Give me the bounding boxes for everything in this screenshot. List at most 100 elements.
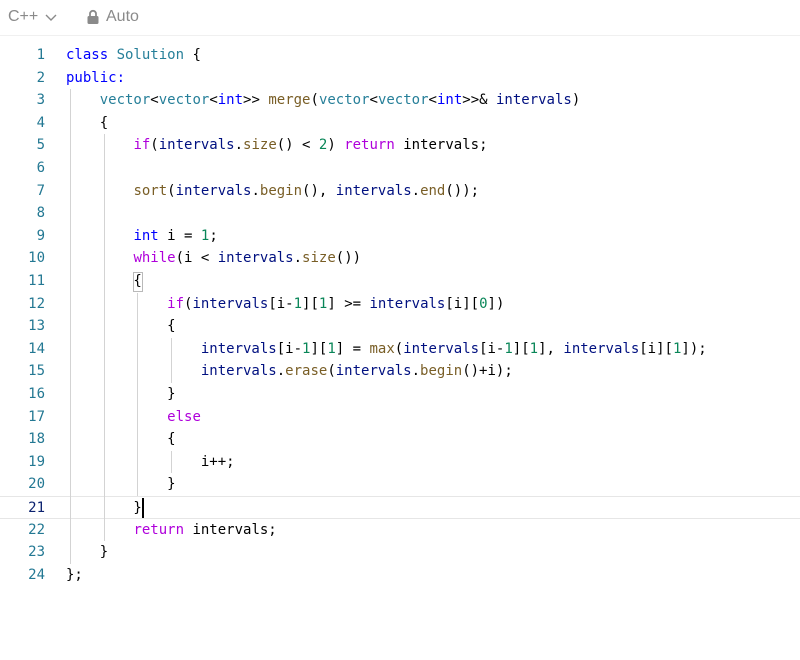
- code-line[interactable]: 13 {: [0, 315, 800, 338]
- code-line[interactable]: 11 {: [0, 270, 800, 293]
- code-token: vector: [158, 92, 210, 109]
- code-token: else: [167, 408, 201, 425]
- code-token: [i][: [639, 340, 673, 357]
- code-token: intervals: [495, 92, 572, 109]
- code-token: vector: [318, 92, 370, 109]
- code-text: {: [66, 112, 108, 135]
- line-number: 21: [28, 500, 45, 516]
- line-number: 17: [28, 408, 45, 425]
- auto-mode-indicator[interactable]: Auto: [86, 6, 139, 28]
- line-number: 2: [36, 69, 45, 86]
- line-number: 18: [28, 431, 45, 448]
- code-token: (: [310, 92, 319, 109]
- line-number: 5: [36, 137, 45, 154]
- code-token: ;: [209, 227, 218, 244]
- code-text: intervals[i-1][1] = max(intervals[i-1][1…: [66, 338, 707, 361]
- code-line[interactable]: 9 int i = 1;: [0, 225, 800, 248]
- code-token: ): [571, 92, 581, 109]
- line-number: 12: [28, 295, 45, 312]
- code-token: 1: [293, 295, 303, 312]
- code-token: size: [302, 250, 336, 267]
- code-line[interactable]: 14 intervals[i-1][1] = max(intervals[i-1…: [0, 338, 800, 361]
- code-line[interactable]: 12 if(intervals[i-1][1] >= intervals[i][…: [0, 293, 800, 316]
- line-number: 20: [28, 476, 45, 493]
- code-token: {: [66, 318, 176, 335]
- line-number: 6: [36, 160, 45, 176]
- indent-guide: [103, 134, 105, 542]
- code-line[interactable]: 17 else: [0, 406, 800, 429]
- code-token: ][: [302, 295, 319, 312]
- code-token: >>: [243, 92, 269, 109]
- line-number: 10: [28, 250, 45, 267]
- code-line[interactable]: 22 return intervals;: [0, 519, 800, 542]
- code-token: size: [243, 137, 277, 154]
- code-text: {: [66, 428, 175, 451]
- line-number: 11: [28, 273, 45, 289]
- language-label: C++: [8, 8, 39, 25]
- code-text: vector<vector<int>> merge(vector<vector<…: [66, 89, 581, 112]
- lock-icon: [86, 9, 100, 25]
- code-line[interactable]: 23 }: [0, 541, 800, 564]
- code-line[interactable]: 5 if(intervals.size() < 2) return interv…: [0, 134, 800, 157]
- code-token: intervals: [563, 340, 640, 357]
- code-line[interactable]: 7 sort(intervals.begin(), intervals.end(…: [0, 180, 800, 203]
- language-select[interactable]: C++: [8, 6, 58, 28]
- code-line[interactable]: 8: [0, 202, 800, 225]
- code-token: ()+i);: [462, 363, 513, 380]
- code-token: (: [167, 182, 176, 199]
- code-text: int i = 1;: [66, 225, 218, 248]
- code-token: sort: [133, 182, 168, 199]
- line-number: 3: [36, 92, 45, 109]
- code-token: 1: [327, 340, 336, 357]
- line-number: 7: [36, 182, 45, 199]
- code-line[interactable]: 24};: [0, 564, 800, 587]
- code-line[interactable]: 18 {: [0, 428, 800, 451]
- code-line[interactable]: 3 vector<vector<int>> merge(vector<vecto…: [0, 89, 800, 112]
- line-number: 22: [28, 521, 45, 538]
- bracket-match-highlight: [133, 272, 143, 292]
- code-token: 1: [529, 340, 539, 357]
- code-token: <: [209, 92, 218, 109]
- code-token: (i <: [175, 250, 218, 267]
- code-editor[interactable]: 1 class Solution {2 public: 3 vector<vector…: [0, 44, 800, 604]
- code-token: 0: [479, 295, 488, 312]
- code-line[interactable]: 1 class Solution {: [0, 44, 800, 67]
- code-token: intervals: [200, 340, 277, 357]
- code-token: () <: [276, 137, 319, 154]
- code-token: ] =: [335, 340, 370, 357]
- code-line[interactable]: 20 }: [0, 473, 800, 496]
- code-line[interactable]: 2 public:: [0, 67, 800, 90]
- code-token: ][: [512, 340, 530, 357]
- code-token: .: [276, 363, 286, 380]
- code-token: {: [184, 47, 201, 63]
- code-token: [i][: [445, 295, 480, 312]
- code-token: ): [327, 137, 345, 154]
- code-line[interactable]: 19 i++;: [0, 451, 800, 474]
- code-token: intervals: [403, 340, 480, 357]
- code-token: .: [293, 250, 303, 267]
- code-line[interactable]: 16 }: [0, 383, 800, 406]
- code-line[interactable]: 6: [0, 157, 800, 180]
- code-token: {: [66, 114, 109, 131]
- code-token: >>&: [462, 92, 496, 109]
- indent-guide: [137, 292, 139, 496]
- code-line[interactable]: 4 {: [0, 112, 800, 135]
- indent-guide: [70, 89, 71, 564]
- code-line[interactable]: 15 intervals.erase(intervals.begin()+i);: [0, 360, 800, 383]
- code-token: (: [394, 340, 404, 357]
- code-line[interactable]: 10 while(i < intervals.size()): [0, 247, 800, 270]
- code-token: class: [66, 47, 117, 63]
- code-token: intervals;: [394, 137, 488, 154]
- code-token: if: [167, 295, 185, 312]
- code-token: max: [369, 340, 395, 357]
- code-line[interactable]: 21 }: [0, 496, 800, 519]
- code-text: {: [66, 315, 176, 338]
